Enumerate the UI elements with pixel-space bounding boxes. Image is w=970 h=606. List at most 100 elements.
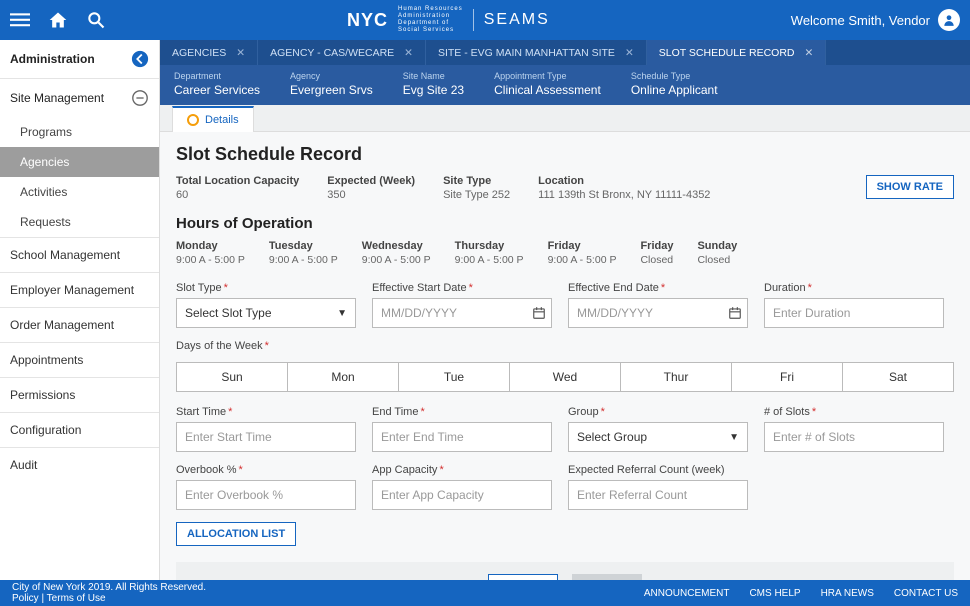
sidebar-site-management[interactable]: Site Management xyxy=(0,79,159,117)
context-site-value: Evg Site 23 xyxy=(403,83,464,97)
breadcrumb-tabs: AGENCIES ✕ AGENCY - CAS/WECARE ✕ SITE - … xyxy=(160,40,970,65)
cms-help-link[interactable]: CMS HELP xyxy=(749,588,800,599)
app-header: NYC Human Resources Administration Depar… xyxy=(0,0,970,40)
detail-tabs: Details xyxy=(160,105,970,132)
slots-label: # of Slots xyxy=(764,406,810,418)
overbook-input[interactable] xyxy=(176,480,356,510)
start-time-label: Start Time xyxy=(176,406,226,418)
day-thu[interactable]: Thur xyxy=(621,363,732,391)
context-agency-value: Evergreen Srvs xyxy=(290,83,373,97)
logo-subtext: Human Resources Administration Departmen… xyxy=(398,6,463,34)
context-dept-label: Department xyxy=(174,71,260,81)
app-name: SEAMS xyxy=(484,11,550,29)
expected-week-value: 350 xyxy=(327,189,415,201)
allocation-list-button[interactable]: ALLOCATION LIST xyxy=(176,522,296,546)
minus-circle-icon xyxy=(131,89,149,107)
location-value: 111 139th St Bronx, NY 11111-4352 xyxy=(538,189,710,201)
day-wed[interactable]: Wed xyxy=(510,363,621,391)
sidebar-item-activities[interactable]: Activities xyxy=(0,177,159,207)
slot-type-select[interactable]: Select Slot Type▼ xyxy=(176,298,356,328)
announcement-link[interactable]: ANNOUNCEMENT xyxy=(644,588,730,599)
tab-site[interactable]: SITE - EVG MAIN MANHATTAN SITE ✕ xyxy=(426,40,647,65)
overbook-label: Overbook % xyxy=(176,464,237,476)
referral-count-input[interactable] xyxy=(568,480,748,510)
logo-text: NYC xyxy=(347,10,388,31)
expected-week-label: Expected (Week) xyxy=(327,175,415,187)
app-capacity-input[interactable] xyxy=(372,480,552,510)
total-capacity-value: 60 xyxy=(176,189,299,201)
days-of-week-selector: Sun Mon Tue Wed Thur Fri Sat xyxy=(176,362,954,392)
tab-agencies[interactable]: AGENCIES ✕ xyxy=(160,40,258,65)
terms-link[interactable]: Terms of Use xyxy=(47,593,106,604)
user-avatar-icon[interactable] xyxy=(938,9,960,31)
site-type-label: Site Type xyxy=(443,175,510,187)
hra-news-link[interactable]: HRA NEWS xyxy=(821,588,874,599)
app-logo: NYC Human Resources Administration Depar… xyxy=(347,6,550,34)
end-time-input[interactable] xyxy=(372,422,552,452)
sidebar-employer-management[interactable]: Employer Management xyxy=(0,273,159,308)
search-icon[interactable] xyxy=(86,10,106,30)
context-bar: Department Career Services Agency Evergree… xyxy=(160,65,970,105)
sidebar-admin-label: Administration xyxy=(10,52,95,66)
sidebar-item-agencies[interactable]: Agencies xyxy=(0,147,159,177)
close-icon[interactable]: ✕ xyxy=(805,47,814,59)
sidebar-appointments[interactable]: Appointments xyxy=(0,343,159,378)
caret-down-icon: ▼ xyxy=(729,432,739,443)
eff-start-label: Effective Start Date xyxy=(372,282,467,294)
status-dot-icon xyxy=(187,114,199,126)
policy-link[interactable]: Policy xyxy=(12,593,39,604)
day-tue[interactable]: Tue xyxy=(399,363,510,391)
show-rate-button[interactable]: SHOW RATE xyxy=(866,175,954,199)
referral-count-label: Expected Referral Count (week) xyxy=(568,464,748,476)
close-icon[interactable]: ✕ xyxy=(625,47,634,59)
context-dept-value: Career Services xyxy=(174,83,260,97)
app-footer: City of New York 2019. All Rights Reserv… xyxy=(0,580,970,606)
location-label: Location xyxy=(538,175,710,187)
day-sun[interactable]: Sun xyxy=(177,363,288,391)
sidebar-item-requests[interactable]: Requests xyxy=(0,207,159,237)
context-sched-value: Online Applicant xyxy=(631,83,718,97)
eff-start-input[interactable] xyxy=(372,298,552,328)
chevron-left-icon xyxy=(131,50,149,68)
tab-slot-schedule[interactable]: SLOT SCHEDULE RECORD ✕ xyxy=(647,40,827,65)
tab-agency[interactable]: AGENCY - CAS/WECARE ✕ xyxy=(258,40,426,65)
sidebar-school-management[interactable]: School Management xyxy=(0,238,159,273)
group-select[interactable]: Select Group▼ xyxy=(568,422,748,452)
context-agency-label: Agency xyxy=(290,71,373,81)
eff-end-label: Effective End Date xyxy=(568,282,659,294)
context-site-label: Site Name xyxy=(403,71,464,81)
dow-label: Days of the Week xyxy=(176,340,263,352)
action-bar: EXIT SUBMIT xyxy=(176,562,954,580)
close-icon[interactable]: ✕ xyxy=(404,47,413,59)
eff-end-input[interactable] xyxy=(568,298,748,328)
context-appt-label: Appointment Type xyxy=(494,71,601,81)
welcome-text: Welcome Smith, Vendor xyxy=(791,13,930,28)
slots-input[interactable] xyxy=(764,422,944,452)
sidebar-administration[interactable]: Administration xyxy=(0,40,159,78)
page-title: Slot Schedule Record xyxy=(176,144,954,165)
sidebar-item-programs[interactable]: Programs xyxy=(0,117,159,147)
app-capacity-label: App Capacity xyxy=(372,464,437,476)
start-time-input[interactable] xyxy=(176,422,356,452)
group-label: Group xyxy=(568,406,599,418)
sidebar-order-management[interactable]: Order Management xyxy=(0,308,159,343)
contact-us-link[interactable]: CONTACT US xyxy=(894,588,958,599)
sidebar-configuration[interactable]: Configuration xyxy=(0,413,159,448)
welcome-user[interactable]: Welcome Smith, Vendor xyxy=(791,9,960,31)
sidebar-audit[interactable]: Audit xyxy=(0,448,159,482)
duration-label: Duration xyxy=(764,282,806,294)
duration-input[interactable] xyxy=(764,298,944,328)
close-icon[interactable]: ✕ xyxy=(236,47,245,59)
day-mon[interactable]: Mon xyxy=(288,363,399,391)
caret-down-icon: ▼ xyxy=(337,308,347,319)
slot-type-label: Slot Type xyxy=(176,282,222,294)
sidebar: Administration Site Management Programs … xyxy=(0,40,160,580)
home-icon[interactable] xyxy=(48,10,68,30)
site-type-value: Site Type 252 xyxy=(443,189,510,201)
tab-details[interactable]: Details xyxy=(172,106,254,132)
day-sat[interactable]: Sat xyxy=(843,363,953,391)
menu-icon[interactable] xyxy=(10,10,30,30)
context-appt-value: Clinical Assessment xyxy=(494,83,601,97)
day-fri[interactable]: Fri xyxy=(732,363,843,391)
sidebar-permissions[interactable]: Permissions xyxy=(0,378,159,413)
